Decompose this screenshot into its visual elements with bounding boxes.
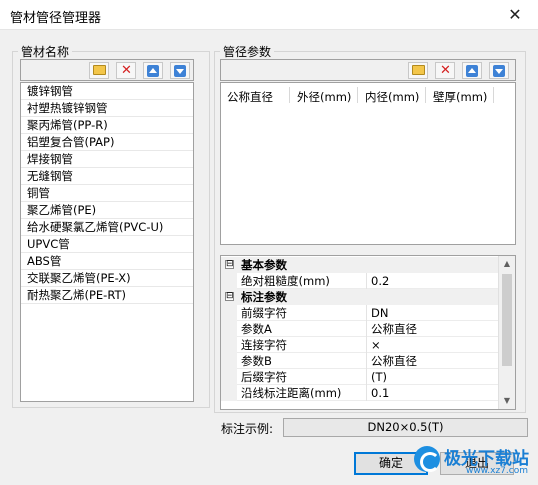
gutter [221, 321, 237, 337]
column-divider [357, 87, 358, 103]
scroll-down-icon[interactable]: ▼ [499, 393, 515, 409]
gutter [221, 337, 237, 353]
prop-value[interactable]: 0.2 [371, 273, 389, 289]
watermark-url: www.xz7.com [466, 466, 528, 476]
divider [366, 369, 367, 385]
prop-name: 前缀字符 [241, 306, 287, 320]
add-material-button[interactable] [89, 62, 109, 79]
move-material-up-button[interactable] [143, 62, 163, 79]
folder-icon [93, 65, 106, 75]
gutter [221, 273, 237, 289]
move-down-icon [493, 65, 505, 77]
move-diameter-down-button[interactable] [489, 62, 509, 79]
prop-suffix[interactable]: 后缀字符 (T) [221, 369, 500, 385]
delete-diameter-button[interactable]: ✕ [435, 62, 455, 79]
diameter-table[interactable]: 公称直径 外径(mm) 内径(mm) 壁厚(mm) [220, 82, 516, 245]
move-up-icon [466, 65, 478, 77]
list-item[interactable]: 无缝钢管 [21, 168, 193, 185]
divider [366, 337, 367, 353]
category-label: 基本参数 [241, 258, 287, 272]
divider [366, 353, 367, 369]
prop-param-b[interactable]: 参数B 公称直径 [221, 353, 500, 369]
gutter [221, 369, 237, 385]
material-list[interactable]: 镀锌钢管 衬塑热镀锌钢管 聚丙烯管(PP-R) 铝塑复合管(PAP) 焊接钢管 … [20, 82, 194, 402]
prop-name: 连接字符 [241, 338, 287, 352]
list-item[interactable]: UPVC管 [21, 236, 193, 253]
prop-connector[interactable]: 连接字符 × [221, 337, 500, 353]
move-material-down-button[interactable] [170, 62, 190, 79]
prop-name: 参数A [241, 322, 272, 336]
window-title: 管材管径管理器 [10, 11, 102, 26]
delete-icon: ✕ [440, 63, 451, 78]
diameter-toolbar: ✕ [220, 59, 516, 81]
scroll-thumb[interactable] [502, 274, 512, 366]
column-header-inner[interactable]: 内径(mm) [365, 89, 419, 105]
column-divider [289, 87, 290, 103]
table-header: 公称直径 外径(mm) 内径(mm) 壁厚(mm) [221, 83, 515, 107]
scroll-up-icon[interactable]: ▲ [499, 256, 515, 272]
watermark-logo-icon [414, 446, 440, 472]
divider [366, 305, 367, 321]
prop-name: 后缀字符 [241, 370, 287, 384]
divider [366, 273, 367, 289]
gutter [221, 305, 237, 321]
column-header-thickness[interactable]: 壁厚(mm) [433, 89, 487, 105]
gutter [221, 385, 237, 401]
property-grid[interactable]: ⊟ 基本参数 绝对粗糙度(mm) 0.2 ⊟ 标注参数 前缀字符 DN 参数A … [220, 255, 516, 410]
list-item[interactable]: 镀锌钢管 [21, 83, 193, 100]
prop-prefix[interactable]: 前缀字符 DN [221, 305, 500, 321]
column-header-nominal[interactable]: 公称直径 [227, 89, 273, 105]
column-divider [425, 87, 426, 103]
delete-icon: ✕ [121, 63, 132, 78]
move-down-icon [174, 65, 186, 77]
column-divider [493, 87, 494, 103]
list-item[interactable]: 交联聚乙烯管(PE-X) [21, 270, 193, 287]
list-item[interactable]: 给水硬聚氯乙烯管(PVC-U) [21, 219, 193, 236]
add-diameter-button[interactable] [408, 62, 428, 79]
prop-value[interactable]: × [371, 337, 381, 353]
list-item[interactable]: 聚丙烯管(PP-R) [21, 117, 193, 134]
prop-roughness[interactable]: 绝对粗糙度(mm) 0.2 [221, 273, 500, 289]
column-header-outer[interactable]: 外径(mm) [297, 89, 351, 105]
list-item[interactable]: 衬塑热镀锌钢管 [21, 100, 193, 117]
prop-distance[interactable]: 沿线标注距离(mm) 0.1 [221, 385, 500, 401]
delete-material-button[interactable]: ✕ [116, 62, 136, 79]
example-label: 标注示例: [221, 422, 274, 436]
list-item[interactable]: ABS管 [21, 253, 193, 270]
prop-name: 绝对粗糙度(mm) [241, 274, 330, 288]
move-up-icon [147, 65, 159, 77]
watermark: 极光下载站 www.xz7.com [414, 442, 534, 478]
collapse-icon[interactable]: ⊟ [225, 260, 234, 269]
category-basic[interactable]: ⊟ 基本参数 [221, 257, 500, 273]
list-item[interactable]: 焊接钢管 [21, 151, 193, 168]
prop-value[interactable]: (T) [371, 369, 387, 385]
prop-value[interactable]: 公称直径 [371, 353, 417, 369]
prop-value[interactable]: 公称直径 [371, 321, 417, 337]
list-item[interactable]: 铜管 [21, 185, 193, 202]
move-diameter-up-button[interactable] [462, 62, 482, 79]
list-item[interactable]: 铝塑复合管(PAP) [21, 134, 193, 151]
material-group-title: 管材名称 [18, 43, 73, 60]
example-preview: DN20×0.5(T) [283, 418, 528, 437]
property-scrollbar[interactable]: ▲ ▼ [498, 256, 515, 409]
collapse-icon[interactable]: ⊟ [225, 292, 234, 301]
folder-icon [412, 65, 425, 75]
gutter [221, 353, 237, 369]
category-label: 标注参数 [241, 290, 287, 304]
prop-value[interactable]: DN [371, 305, 388, 321]
prop-name: 沿线标注距离(mm) [241, 386, 342, 400]
divider [366, 321, 367, 337]
prop-param-a[interactable]: 参数A 公称直径 [221, 321, 500, 337]
list-item[interactable]: 聚乙烯管(PE) [21, 202, 193, 219]
divider [366, 385, 367, 401]
material-toolbar: ✕ [20, 59, 194, 81]
close-icon[interactable]: ✕ [492, 0, 538, 30]
diameter-group-title: 管径参数 [220, 43, 275, 60]
title-bar: 管材管径管理器 ✕ [0, 0, 538, 30]
list-item[interactable]: 耐热聚乙烯(PE-RT) [21, 287, 193, 304]
prop-name: 参数B [241, 354, 272, 368]
category-annotation[interactable]: ⊟ 标注参数 [221, 289, 500, 305]
prop-value[interactable]: 0.1 [371, 385, 389, 401]
